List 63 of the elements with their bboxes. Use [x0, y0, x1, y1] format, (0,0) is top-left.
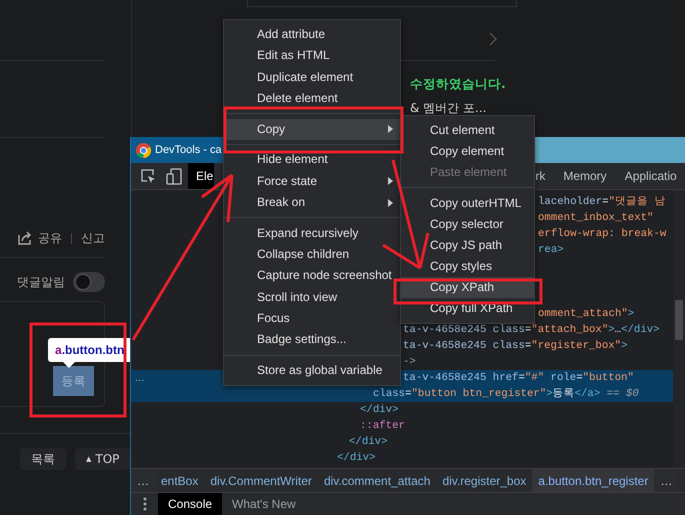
- menu-item[interactable]: Badge settings...: [224, 329, 400, 351]
- share-icon[interactable]: [17, 230, 33, 246]
- code-line: </div>: [349, 435, 388, 450]
- breadcrumb[interactable]: div.comment_attach: [318, 469, 436, 492]
- menu-item[interactable]: Collapse children: [224, 244, 400, 266]
- breadcrumb[interactable]: div.CommentWriter: [204, 469, 318, 492]
- code-line: omment_inbox_text": [538, 211, 654, 226]
- code-line: ta-v-4658e245 class="register_box">: [403, 339, 628, 354]
- scrollbar-thumb[interactable]: [675, 300, 683, 340]
- panel-tab[interactable]: Applicatio: [616, 163, 685, 189]
- menu-item[interactable]: Expand recursively: [224, 222, 400, 244]
- report-link[interactable]: 신고: [81, 230, 105, 246]
- code-line: class="button btn_register">등록</a> == $0: [373, 387, 640, 402]
- toggle-switch[interactable]: [73, 272, 105, 292]
- code-line: laceholder="댓글을 남: [538, 195, 666, 210]
- breadcrumb[interactable]: div.register_box: [436, 469, 532, 492]
- menu-item[interactable]: Copy: [224, 118, 400, 140]
- panel-tab[interactable]: Ele: [188, 163, 214, 189]
- menu-item[interactable]: Copy selector: [401, 214, 534, 234]
- code-line: ta-v-4658e245 href="#" role="button": [403, 371, 635, 386]
- menu-item[interactable]: Duplicate element: [224, 66, 400, 88]
- inspect-icon[interactable]: [140, 168, 156, 184]
- notice-text: 수정하였습니다.: [410, 76, 507, 92]
- share-label[interactable]: 공유: [38, 230, 62, 246]
- code-line: ->: [403, 355, 417, 370]
- menu-item[interactable]: Copy outerHTML: [401, 192, 534, 214]
- code-line: ta-v-4658e245 class="attach_box">…</div>: [403, 323, 661, 338]
- panel-tab[interactable]: Memory: [554, 163, 616, 189]
- code-line: </div>: [337, 451, 376, 466]
- menu-item[interactable]: Scroll into view: [224, 286, 400, 308]
- breadcrumb[interactable]: a.button.btn_register: [532, 469, 654, 492]
- submenu-arrow-icon: [388, 177, 393, 186]
- code-line: omment_attach">: [538, 307, 636, 322]
- menu-item[interactable]: Force state: [224, 170, 400, 192]
- menu-item[interactable]: Copy styles: [401, 256, 534, 276]
- round-logo-icon: [135, 142, 152, 158]
- menu-item[interactable]: Hide element: [224, 149, 400, 171]
- menu-item[interactable]: Capture node screenshot: [224, 265, 400, 287]
- comment-alert-label: 댓글알림: [17, 274, 65, 290]
- post-title[interactable]: & 멤버간 포...: [410, 100, 685, 116]
- menu-item[interactable]: Delete element: [224, 88, 400, 110]
- menu-item[interactable]: Add attribute: [224, 24, 400, 46]
- drawer-tab[interactable]: Console: [158, 493, 222, 515]
- code-line: </div>: [360, 403, 400, 418]
- code-line: ::after: [360, 419, 406, 434]
- breadcrumb[interactable]: entBox: [155, 469, 204, 492]
- menu-item[interactable]: Edit as HTML: [224, 45, 400, 67]
- list-button[interactable]: 목록: [20, 448, 66, 470]
- menu-item[interactable]: Cut element: [401, 120, 534, 141]
- submenu-arrow-icon: [388, 125, 393, 134]
- menu-item[interactable]: Copy JS path: [401, 234, 534, 256]
- device-icon[interactable]: [166, 168, 183, 184]
- ellipsis-marker[interactable]: ...: [135, 372, 144, 384]
- panel-tab[interactable]: rk: [535, 163, 554, 189]
- menu-item[interactable]: Copy element: [401, 141, 534, 162]
- drawer-tab[interactable]: What's New: [222, 493, 306, 515]
- menu-item[interactable]: Focus: [224, 308, 400, 330]
- code-line: erflow-wrap: break-w: [538, 227, 668, 242]
- window-title: DevTools - ca: [155, 144, 222, 156]
- menu-item[interactable]: Break on: [224, 192, 400, 214]
- code-line: rea>: [538, 243, 565, 258]
- submenu-arrow-icon: [388, 198, 393, 207]
- more-icon[interactable]: [142, 497, 146, 511]
